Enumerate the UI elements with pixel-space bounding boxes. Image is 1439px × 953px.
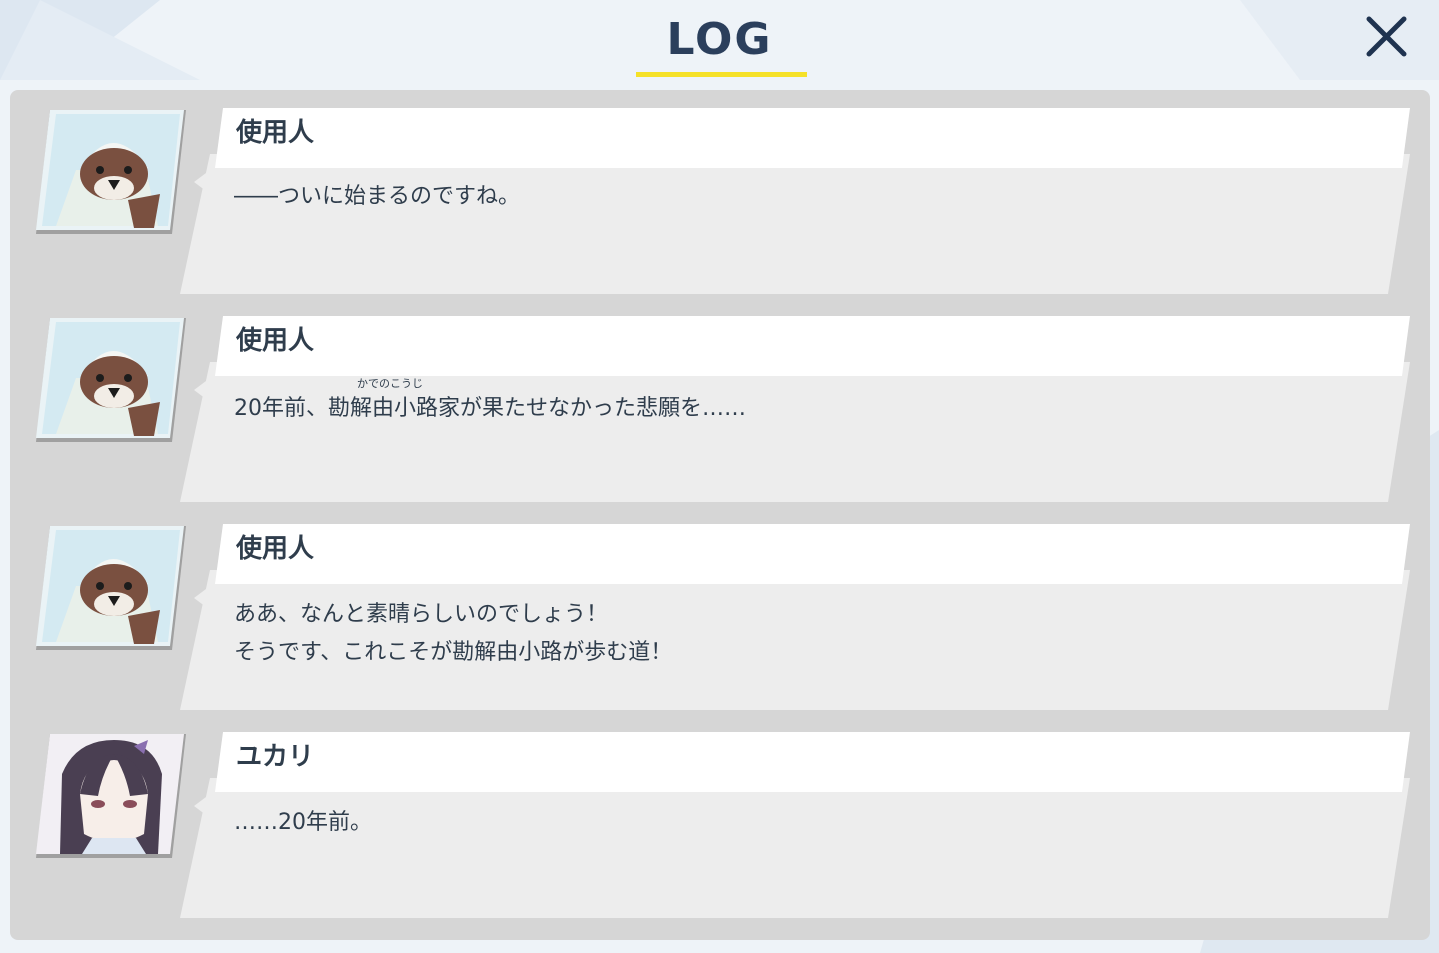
log-header: LOG	[0, 0, 1439, 80]
dialogue-bubble	[180, 154, 1410, 294]
servant-bird-avatar[interactable]	[36, 110, 186, 240]
close-button[interactable]	[1360, 12, 1412, 64]
speaker-name: 使用人	[236, 118, 315, 148]
log-entry: 使用人 ああ、なんと素晴らしいのでしょう！ そうです、これこそが勘解由小路が歩む…	[10, 506, 1430, 710]
dialogue-bubble	[180, 778, 1410, 918]
furigana: かでのこうじ	[357, 377, 423, 390]
dialogue-line: ――ついに始まるのですね。	[234, 184, 521, 209]
speaker-card	[215, 732, 1410, 792]
log-entry: 使用人 かでのこうじ 20年前、勘解由小路家が果たせなかった悲願を……	[10, 298, 1430, 502]
log-list[interactable]: 使用人 ――ついに始まるのですね。 使用人 かでのこうじ 20年前、勘解由小路家…	[10, 90, 1430, 940]
title-underline	[636, 72, 807, 77]
speaker-card	[215, 316, 1410, 376]
servant-bird-avatar[interactable]	[36, 526, 186, 656]
speaker-name: 使用人	[236, 326, 315, 356]
close-icon	[1366, 16, 1407, 57]
yukari-avatar[interactable]	[36, 734, 186, 864]
speaker-name: ユカリ	[236, 742, 315, 772]
speaker-name: 使用人	[236, 534, 315, 564]
speaker-card	[215, 108, 1410, 168]
log-entry: ユカリ ……20年前。	[10, 714, 1430, 918]
dialogue-line: 20年前、勘解由小路家が果たせなかった悲願を……	[234, 396, 746, 421]
dialogue-line: ……20年前。	[234, 810, 372, 835]
speaker-card	[215, 524, 1410, 584]
dialogue-line: ああ、なんと素晴らしいのでしょう！	[234, 602, 609, 627]
servant-bird-avatar[interactable]	[36, 318, 186, 448]
log-entry: 使用人 ――ついに始まるのですね。	[10, 90, 1430, 294]
dialogue-line: そうです、これこそが勘解由小路が歩む道！	[234, 640, 673, 665]
page-title: LOG	[666, 14, 773, 65]
